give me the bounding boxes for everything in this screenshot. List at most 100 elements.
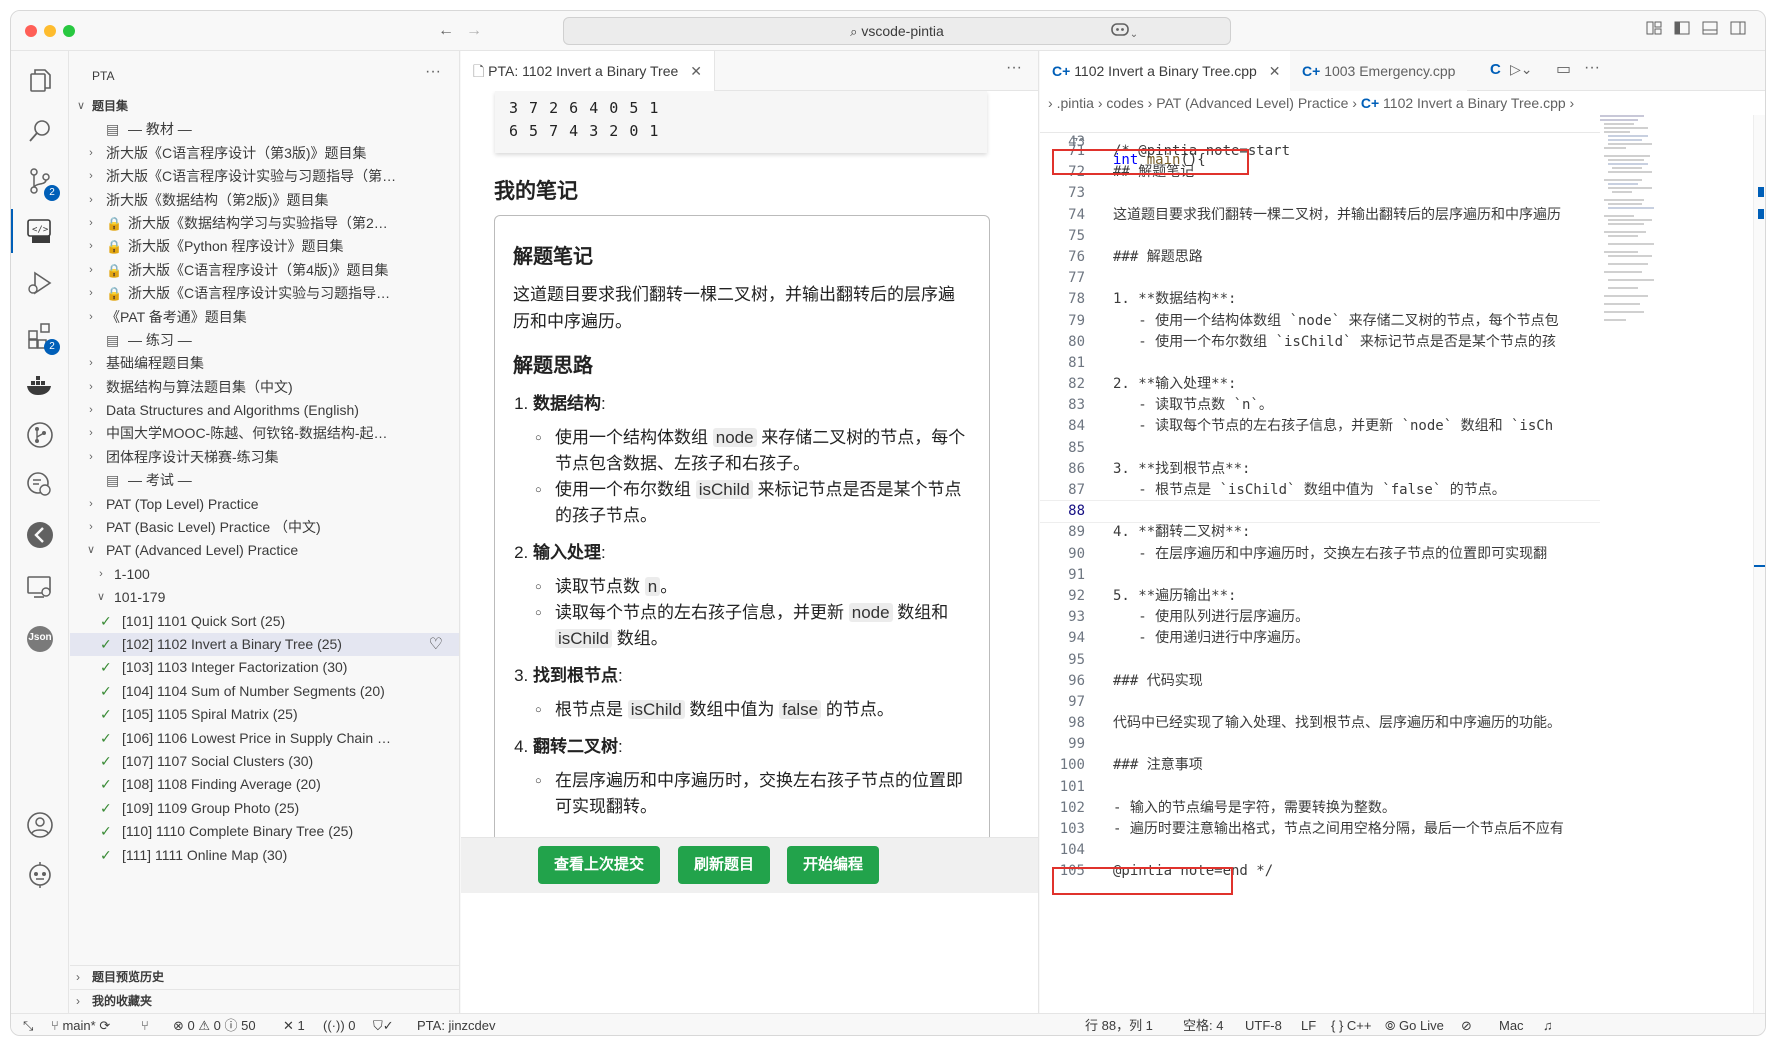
close-tab-icon[interactable]: ✕	[1269, 63, 1281, 79]
code-line[interactable]: 76 ### 解题思路	[1040, 247, 1600, 268]
tree-item-problem-set[interactable]: › 浙大版《C语言程序设计（第3版)》题目集	[70, 142, 459, 165]
code-line[interactable]: 93 - 使用队列进行层序遍历。	[1040, 607, 1600, 628]
problem-item[interactable]: ✓ [104] 1104 Sum of Number Segments (20)	[70, 680, 459, 703]
tree-item-problem-set[interactable]: › PAT (Top Level) Practice	[70, 493, 459, 516]
go-live-button[interactable]: ⦾ Go Live	[1385, 1014, 1444, 1035]
code-line[interactable]: 78 1. **数据结构**:	[1040, 289, 1600, 310]
problems-indicator[interactable]: ⊗ 0 ⚠ 0 ⓘ 50	[173, 1014, 256, 1035]
radio-indicator[interactable]: ((·)) 0	[323, 1014, 356, 1035]
problem-item[interactable]: ✓ [102] 1102 Invert a Binary Tree (25) ♡	[70, 632, 459, 657]
refresh-problem-button[interactable]: 刷新题目	[678, 846, 771, 884]
tree-item-problem-set[interactable]: › 团体程序设计天梯赛-练习集	[70, 446, 459, 469]
remote-explorer-icon[interactable]	[24, 469, 56, 501]
code-line[interactable]: 79 - 使用一个结构体数组 `node` 来存储二叉树的节点，每个节点包	[1040, 311, 1600, 332]
tree-item-problem-set[interactable]: › Data Structures and Algorithms (English…	[70, 399, 459, 422]
remote-indicator-icon[interactable]: ⤡	[23, 1014, 33, 1035]
code-line[interactable]: 74 这道题目要求我们翻转一棵二叉树，并输出翻转后的层序遍历和中序遍历	[1040, 205, 1600, 226]
extensions-icon[interactable]: 2	[24, 319, 60, 355]
customize-layout-icon[interactable]	[1643, 21, 1665, 41]
tree-item-problem-set[interactable]: › 🔒 浙大版《Python 程序设计》题目集	[70, 235, 459, 258]
ports-indicator[interactable]: ✕ 1	[283, 1014, 305, 1035]
code-line[interactable]: 90 - 在层序遍历和中序遍历时，交换左右孩子节点的位置即可实现翻	[1040, 544, 1600, 565]
code-line[interactable]: 84 - 读取每个节点的左右孩子信息，并更新 `node` 数组和 `isCh	[1040, 416, 1600, 437]
problem-item[interactable]: ✓ [107] 1107 Social Clusters (30)	[70, 750, 459, 773]
back-arrow-icon[interactable]: ←	[435, 21, 457, 41]
notifications-bell-icon[interactable]: ♫	[1543, 1014, 1553, 1035]
more-actions-icon[interactable]: ···	[1584, 59, 1600, 77]
shield-check-icon[interactable]: ⛉✓	[373, 1014, 394, 1035]
git-graph-status-icon[interactable]: ⑂	[141, 1014, 149, 1035]
git-graph-icon[interactable]	[24, 419, 56, 451]
tree-item-problem-set[interactable]: › 🔒 浙大版《C语言程序设计（第4版)》题目集	[70, 259, 459, 282]
pintia-extension-icon[interactable]: </>	[11, 209, 56, 253]
problem-item[interactable]: ✓ [101] 1101 Quick Sort (25)	[70, 610, 459, 633]
tree-item-problem-set[interactable]: › 基础编程题目集	[70, 352, 459, 375]
problem-item[interactable]: ✓ [103] 1103 Integer Factorization (30)	[70, 656, 459, 679]
language-mode[interactable]: { } C++	[1331, 1014, 1372, 1035]
minimap[interactable]	[1600, 115, 1760, 1013]
problem-item[interactable]: ✓ [110] 1110 Complete Binary Tree (25)	[70, 820, 459, 843]
code-line[interactable]: 77	[1040, 268, 1600, 289]
line-ending[interactable]: LF	[1301, 1014, 1316, 1035]
run-code-icon[interactable]: ▷⌄	[1510, 61, 1533, 78]
tree-item-advanced-level[interactable]: ∨ PAT (Advanced Level) Practice	[70, 539, 459, 562]
toggle-secondary-sidebar-icon[interactable]	[1727, 21, 1749, 41]
source-control-icon[interactable]: 2	[24, 165, 60, 201]
maximize-window-button[interactable]	[63, 25, 75, 37]
code-line[interactable]: 92 5. **遍历输出**:	[1040, 586, 1600, 607]
tree-item-problem-set[interactable]: › 《PAT 备考通》题目集	[70, 306, 459, 329]
indentation[interactable]: 空格: 4	[1183, 1014, 1223, 1035]
run-debug-icon[interactable]	[24, 267, 56, 299]
code-line[interactable]: 75	[1040, 226, 1600, 247]
code-line[interactable]: 94 - 使用递归进行中序遍历。	[1040, 628, 1600, 649]
docker-icon[interactable]	[24, 369, 56, 401]
problem-item[interactable]: ✓ [106] 1106 Lowest Price in Supply Chain…	[70, 727, 459, 750]
explorer-icon[interactable]	[24, 65, 56, 97]
breadcrumb-item[interactable]: 1102 Invert a Binary Tree.cpp	[1383, 95, 1566, 111]
sticky-scroll-line[interactable]: 43 int main(){	[1040, 115, 1600, 168]
problem-item[interactable]: ✓ [105] 1105 Spiral Matrix (25)	[70, 703, 459, 726]
manage-gear-icon[interactable]	[24, 859, 56, 891]
split-editor-icon[interactable]: ▭	[1556, 59, 1571, 79]
code-line[interactable]: 80 - 使用一个布尔数组 `isChild` 来标记节点是否是某个节点的孩	[1040, 332, 1600, 353]
vertical-scrollbar[interactable]	[1753, 115, 1765, 1013]
section-preview-history[interactable]: › 题目预览历史	[70, 965, 459, 988]
code-line[interactable]: 99	[1040, 734, 1600, 755]
tree-item-problem-set[interactable]: › 浙大版《数据结构（第2版)》题目集	[70, 189, 459, 212]
code-line[interactable]: 88	[1040, 500, 1600, 524]
leetcode-icon[interactable]	[24, 519, 56, 551]
start-coding-button[interactable]: 开始编程	[787, 846, 880, 884]
breadcrumb-item[interactable]: .pintia	[1057, 95, 1094, 111]
tree-item-range-1-100[interactable]: › 1-100	[70, 563, 459, 586]
json-icon[interactable]: Json	[24, 623, 56, 655]
close-window-button[interactable]	[25, 25, 37, 37]
code-line[interactable]: 95	[1040, 650, 1600, 671]
problem-item[interactable]: ✓ [108] 1108 Finding Average (20)	[70, 773, 459, 796]
cursor-position[interactable]: 行 88，列 1	[1085, 1014, 1153, 1035]
code-line[interactable]: 96 ### 代码实现	[1040, 671, 1600, 692]
code-line[interactable]: 102 - 输入的节点编号是字符，需要转换为整数。	[1040, 798, 1600, 819]
more-actions-icon[interactable]: ···	[1006, 59, 1022, 77]
account-icon[interactable]	[24, 809, 56, 841]
copilot-status-icon[interactable]: ⊘	[1461, 1014, 1472, 1035]
code-line[interactable]: 101	[1040, 777, 1600, 798]
code-line[interactable]: 103 - 遍历时要注意输出格式，节点之间用空格分隔，最后一个节点后不应有	[1040, 819, 1600, 840]
code-line[interactable]: 73	[1040, 183, 1600, 204]
tree-item-problem-set[interactable]: › 🔒 浙大版《数据结构学习与实验指导（第2…	[70, 212, 459, 235]
problem-item[interactable]: ✓ [111] 1111 Online Map (30)	[70, 844, 459, 867]
code-line[interactable]: 97	[1040, 692, 1600, 713]
code-line[interactable]: 98 代码中已经实现了输入处理、找到根节点、层序遍历和中序遍历的功能。	[1040, 713, 1600, 734]
code-line[interactable]: 87 - 根节点是 `isChild` 数组中值为 `false` 的节点。	[1040, 480, 1600, 501]
more-actions-icon[interactable]: ···	[425, 63, 441, 81]
view-last-submission-button[interactable]: 查看上次提交	[538, 846, 661, 884]
code-line[interactable]: 86 3. **找到根节点**:	[1040, 459, 1600, 480]
tab-pta-preview[interactable]: 🗋 PTA: 1102 Invert a Binary Tree ✕	[461, 51, 715, 91]
remote-window-icon[interactable]	[24, 571, 56, 603]
close-tab-icon[interactable]: ✕	[690, 63, 702, 79]
tab-1102-cpp[interactable]: C+ 1102 Invert a Binary Tree.cpp ✕	[1040, 51, 1294, 91]
code-line[interactable]: 82 2. **输入处理**:	[1040, 374, 1600, 395]
problem-item[interactable]: ✓ [109] 1109 Group Photo (25)	[70, 797, 459, 820]
code-line[interactable]: 85	[1040, 438, 1600, 459]
minimize-window-button[interactable]	[44, 25, 56, 37]
tree-item-problem-set[interactable]: › PAT (Basic Level) Practice （中文)	[70, 516, 459, 539]
